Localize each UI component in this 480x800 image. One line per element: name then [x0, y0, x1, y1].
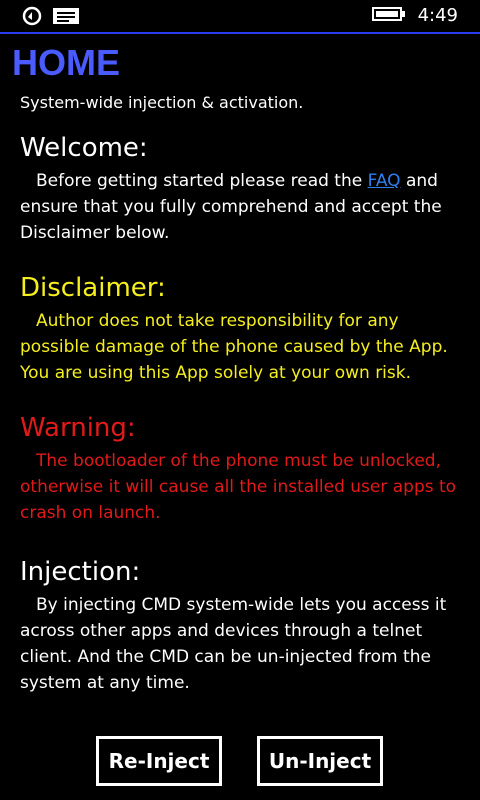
warning-text: The bootloader of the phone must be unlo…: [20, 451, 457, 523]
warning-section: Warning: The bootloader of the phone mus…: [20, 412, 472, 526]
status-left-icons: [22, 6, 80, 30]
uninject-button[interactable]: Un-Inject: [257, 736, 383, 786]
reinject-button[interactable]: Re-Inject: [96, 736, 222, 786]
welcome-text: Before getting started please read the F…: [20, 168, 472, 246]
disclaimer-heading: Disclaimer:: [20, 273, 166, 303]
welcome-section: Welcome: Before getting started please r…: [20, 132, 472, 246]
status-right: 4:49: [371, 4, 458, 28]
page-subtitle: System-wide injection & activation.: [20, 93, 304, 112]
accent-divider: [0, 32, 480, 34]
page-title: HOME: [12, 42, 120, 83]
message-icon: [52, 6, 80, 30]
injection-text: By injecting CMD system-wide lets you ac…: [20, 595, 447, 693]
status-time: 4:49: [417, 5, 458, 26]
faq-link[interactable]: FAQ: [368, 171, 401, 191]
warning-heading: Warning:: [20, 413, 136, 443]
disclaimer-section: Disclaimer: Author does not take respons…: [20, 272, 472, 386]
action-buttons: Re-Inject Un-Inject: [0, 736, 480, 790]
welcome-text-part1: Before getting started please read the: [36, 171, 368, 191]
status-bar: 4:49: [0, 0, 480, 32]
injection-heading: Injection:: [20, 557, 141, 587]
disclaimer-text: Author does not take responsibility for …: [20, 311, 448, 383]
warning-text-block: The bootloader of the phone must be unlo…: [20, 448, 472, 526]
injection-text-block: By injecting CMD system-wide lets you ac…: [20, 592, 472, 696]
battery-icon: [371, 6, 406, 26]
notification-ring-icon: [22, 6, 42, 30]
welcome-heading: Welcome:: [20, 133, 148, 163]
disclaimer-text-block: Author does not take responsibility for …: [20, 308, 472, 386]
injection-section: Injection: By injecting CMD system-wide …: [20, 556, 472, 696]
